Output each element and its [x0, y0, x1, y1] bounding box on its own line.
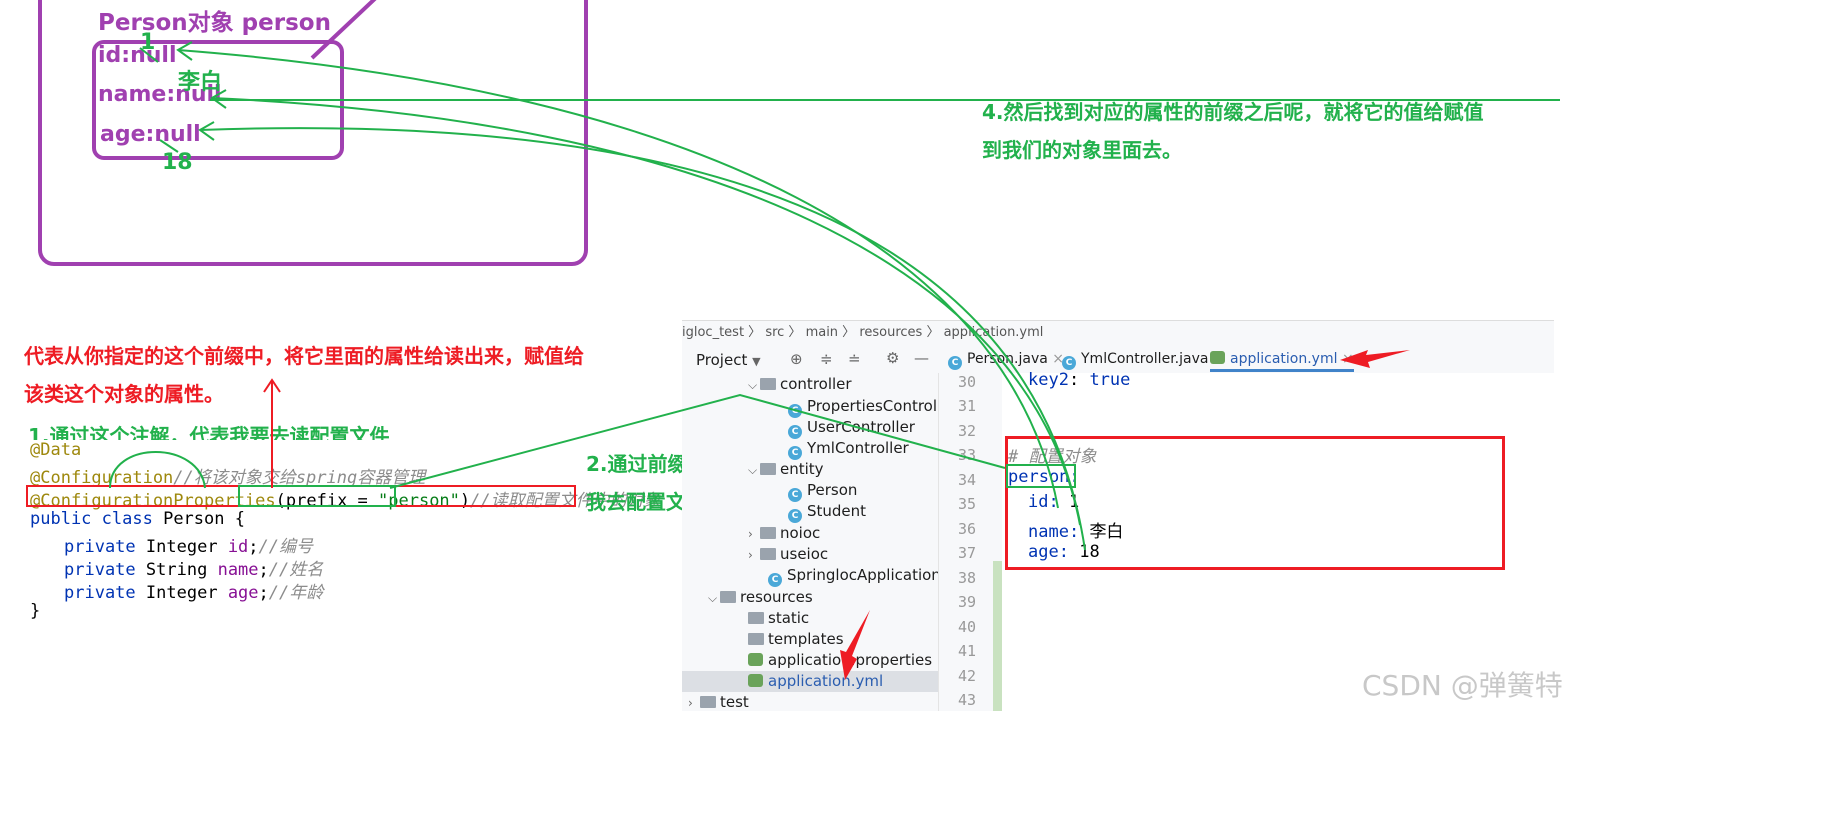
arrow-id-value [177, 49, 1059, 509]
red-up-arrow [263, 378, 281, 488]
purple-connector-line [310, 0, 377, 60]
arrows-overlay [109, 0, 1560, 680]
red-pointer-arrow-tab [1340, 350, 1410, 368]
mark-age [159, 139, 179, 153]
arrow-age-value [199, 127, 1086, 551]
arrowhead-age [198, 121, 215, 141]
watermark: CSDN @弹簧特 [1362, 669, 1563, 702]
mark-id [139, 47, 159, 63]
red-pointer-arrow-file [840, 610, 870, 680]
arrow-prefix-to-tree [389, 393, 1006, 489]
arrow-name-value [211, 97, 1081, 526]
curve-configuration [109, 451, 206, 489]
